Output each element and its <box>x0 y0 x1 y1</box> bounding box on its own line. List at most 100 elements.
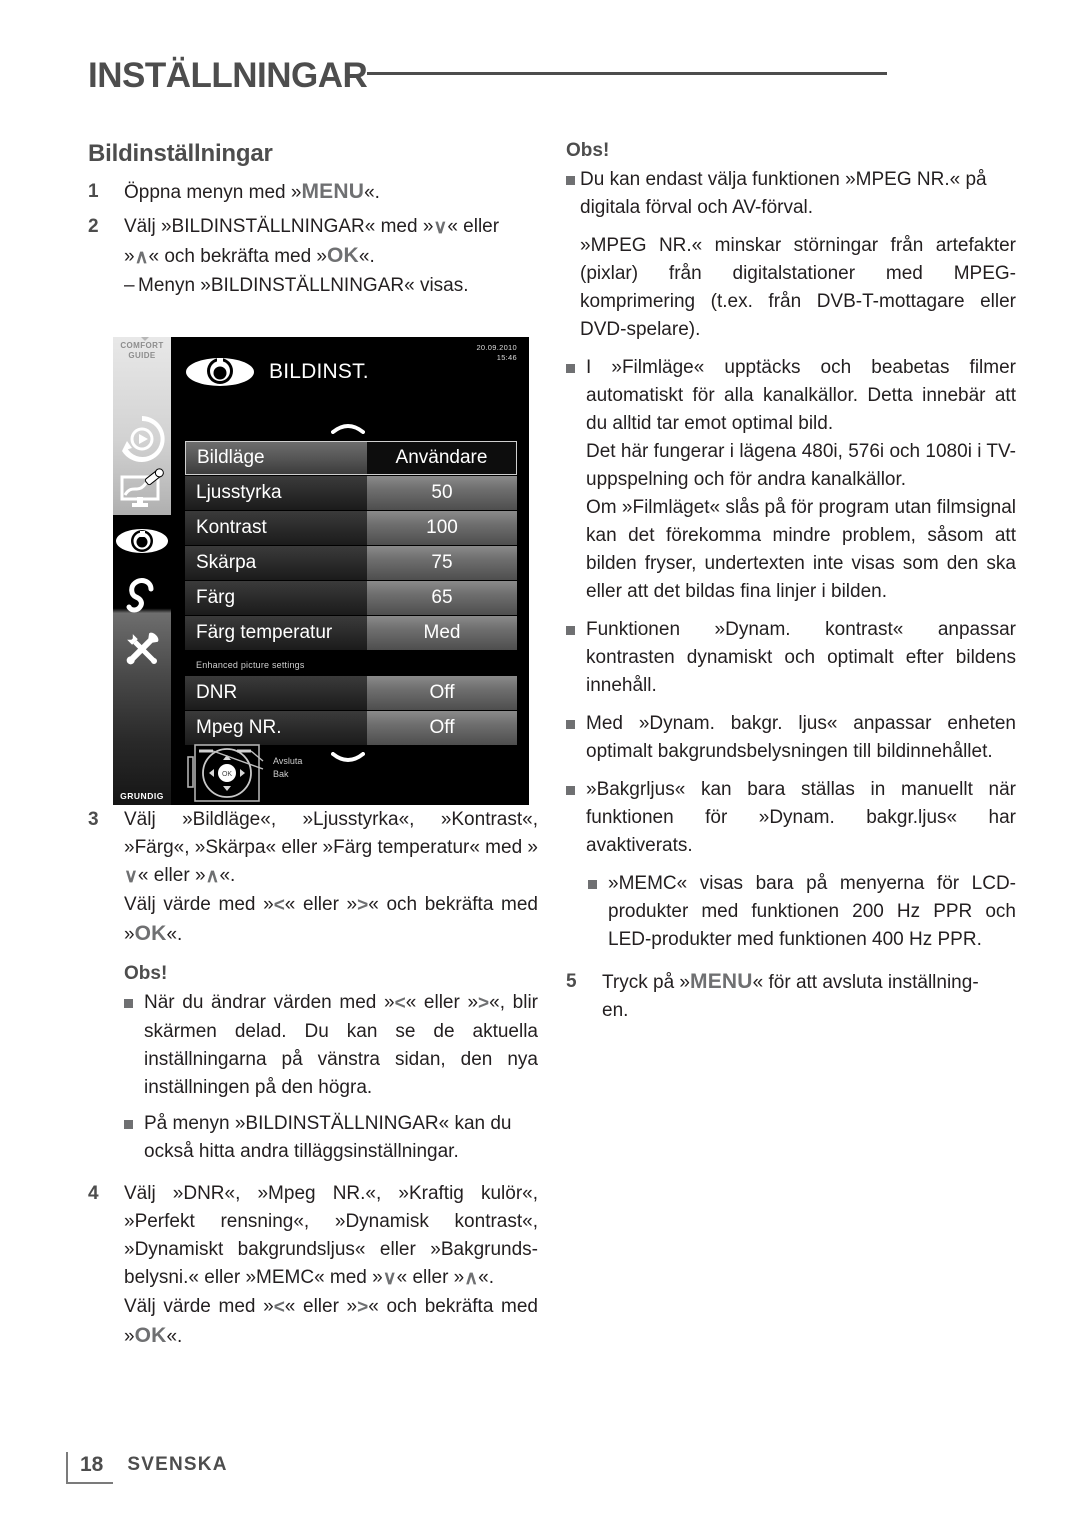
obs-paragraph: »MPEG NR.« minskar störningar från artef… <box>580 235 1016 340</box>
tv-setting-row[interactable]: Färg temperatur Med <box>185 616 517 650</box>
tv-setting-row[interactable]: Färg 65 <box>185 581 517 615</box>
bullet-square-icon <box>566 354 586 606</box>
tv-setting-value[interactable]: 50 <box>367 476 517 510</box>
tv-date: 20.09.2010 <box>476 343 517 352</box>
step-text: Välj »DNR«, »Mpeg NR.«, »Kraftig kulör«,… <box>124 1183 539 1347</box>
tv-setting-label: Färg <box>185 581 367 615</box>
eye-icon <box>186 358 254 386</box>
tv-hint-back: Bak <box>273 769 289 779</box>
bullet-square-icon <box>588 870 608 954</box>
step-number: 4 <box>88 1183 99 1204</box>
tv-setting-row[interactable]: Skärpa 75 <box>185 546 517 580</box>
enhanced-settings-note: Enhanced picture settings <box>196 660 305 670</box>
obs-item-text: I »Filmläge« upptäcks och beabetas filme… <box>586 354 1016 606</box>
step-text: Öppna menyn med »MENU«. <box>124 180 380 203</box>
media-play-icon[interactable] <box>118 415 166 463</box>
key-ok: OK <box>134 1324 167 1347</box>
header-rule <box>367 71 888 75</box>
tv-setting-label: Färg temperatur <box>185 616 367 650</box>
tv-menu-title: BILDINST. <box>269 360 369 383</box>
remote-dpad-icon: OK <box>187 744 264 802</box>
tv-nav-hint-labels: Avsluta Bak <box>273 755 302 781</box>
section-title: Bildinställningar <box>88 140 273 167</box>
step-5: 5 Tryck på »MENU« för att avsluta instäl… <box>566 968 1016 1025</box>
step-number: 2 <box>88 216 99 237</box>
key-right-icon: > <box>357 1297 369 1318</box>
key-ok: OK <box>327 244 359 267</box>
comfort-guide-label: COMFORT GUIDE <box>120 341 164 360</box>
settings-tools-icon[interactable] <box>118 625 166 673</box>
svg-text:OK: OK <box>222 771 232 778</box>
tv-setting-value[interactable]: Med <box>367 616 517 650</box>
obs-item-text: Funktionen »Dynam. kontrast« anpassar ko… <box>586 619 1016 696</box>
obs-item: I »Filmläge« upptäcks och beabetas filme… <box>566 354 1016 606</box>
tv-setting-row[interactable]: Bildläge Användare <box>185 441 517 475</box>
key-menu: MENU <box>301 180 365 203</box>
key-right-icon: > <box>357 895 369 916</box>
obs-item: På menyn »BILDINSTÄLLNINGAR« kan du ocks… <box>124 1110 538 1166</box>
obs-item: Funktionen »Dynam. kontrast« anpassar ko… <box>566 616 1016 700</box>
grundig-logo: GRUNDIG <box>120 791 164 801</box>
obs-paragraph: I »Filmläge« upptäcks och beabetas filme… <box>586 357 1016 434</box>
tv-datetime: 20.09.2010 15:46 <box>476 343 517 363</box>
tv-setting-row[interactable]: Ljusstyrka 50 <box>185 476 517 510</box>
page-number: 18 <box>66 1452 114 1484</box>
sound-ear-icon[interactable] <box>118 573 166 621</box>
bullet-square-icon <box>566 616 586 700</box>
tv-menu-screenshot: COMFORT GUIDE GRUNDIG 20.09.2010 15:46 B… <box>113 337 529 805</box>
step-subnote-text: Menyn »BILDINSTÄLLNINGAR« visas. <box>138 275 469 296</box>
tv-setting-value[interactable]: 65 <box>367 581 517 615</box>
obs-item: Du kan endast välja funktionen »MPEG NR.… <box>566 166 1016 344</box>
obs-label: Obs! <box>566 140 610 161</box>
key-down-icon: ∨ <box>433 217 448 238</box>
dash-mark: – <box>124 275 135 296</box>
right-column: Obs! Du kan endast välja funktionen »MPE… <box>566 140 1016 1031</box>
obs-paragraph: Om »Filmläget« slås på för program utan … <box>586 497 1016 602</box>
obs-item: Med »Dynam. bakgr. ljus« anpassar enhete… <box>566 710 1016 766</box>
tv-menu-panel: 20.09.2010 15:46 BILDINST. Bildläge Anvä… <box>171 337 525 805</box>
key-down-icon: ∨ <box>382 1268 397 1289</box>
obs-item-text: »Bakgrljus« kan bara ställas in manuellt… <box>586 779 1016 856</box>
manual-page: INSTÄLLNINGAR Bildinställningar 1 Öppna … <box>0 0 1080 1532</box>
bullet-square-icon <box>566 166 580 344</box>
step-subnote: – Menyn »BILDINSTÄLLNINGAR« visas. <box>124 272 538 300</box>
key-right-icon: > <box>478 993 490 1014</box>
step-text: Välj »BILDINSTÄLLNINGAR« med »∨« eller »… <box>124 213 538 300</box>
sidebar-item-picture-selected[interactable] <box>113 515 171 567</box>
obs-paragraph: Du kan endast välja funktionen »MPEG NR.… <box>580 169 987 218</box>
tv-hint-exit: Avsluta <box>273 756 303 766</box>
step-number: 1 <box>88 181 99 202</box>
bullet-square-icon <box>124 989 144 1102</box>
obs-item: »MEMC« visas bara på menyerna för LCD-pr… <box>588 870 1016 954</box>
tv-setting-value[interactable]: Användare <box>367 441 517 475</box>
obs-item: »Bakgrljus« kan bara ställas in manuellt… <box>566 776 1016 860</box>
tv-setting-value[interactable]: 100 <box>367 511 517 545</box>
key-left-icon: < <box>394 993 406 1014</box>
tv-sidebar: COMFORT GUIDE GRUNDIG <box>113 337 171 805</box>
obs-item-text: Du kan endast välja funktionen »MPEG NR.… <box>580 166 1016 344</box>
tv-setting-value[interactable]: Off <box>367 676 517 710</box>
key-down-icon: ∨ <box>124 866 138 887</box>
tv-setting-value[interactable]: 75 <box>367 546 517 580</box>
key-ok: OK <box>134 922 167 945</box>
tv-menu-header: BILDINST. <box>185 355 369 389</box>
step-4: 4 Välj »DNR«, »Mpeg NR.«, »Kraftig kulör… <box>88 1180 538 1351</box>
tv-settings-list: Bildläge Användare Ljusstyrka 50 Kontrast 100… <box>185 441 517 746</box>
picture-tools-icon[interactable] <box>118 465 166 513</box>
tv-setting-row[interactable]: Kontrast 100 <box>185 511 517 545</box>
step-1: 1 Öppna menyn med »MENU«. <box>88 178 538 207</box>
step-2: 2 Välj »BILDINSTÄLLNINGAR« med »∨« eller… <box>88 213 538 300</box>
bullet-square-icon <box>566 776 586 860</box>
tv-time: 15:46 <box>496 353 517 362</box>
step-number: 5 <box>566 971 577 992</box>
step-text: Välj »Bildläge«, »Ljusstyrka«, »Kontrast… <box>124 809 539 945</box>
key-up-icon: ∧ <box>134 247 149 268</box>
tv-setting-label: Skärpa <box>185 546 367 580</box>
obs-item-text: När du ändrar värden med »<« eller »>«, … <box>144 992 538 1098</box>
page-title: INSTÄLLNINGAR <box>88 56 368 95</box>
step-number: 3 <box>88 809 99 830</box>
obs-item-text: Med »Dynam. bakgr. ljus« anpassar enhete… <box>586 713 1016 762</box>
key-left-icon: < <box>273 895 285 916</box>
scroll-up-icon[interactable] <box>331 421 365 434</box>
tv-setting-row[interactable]: DNR Off <box>185 676 517 710</box>
